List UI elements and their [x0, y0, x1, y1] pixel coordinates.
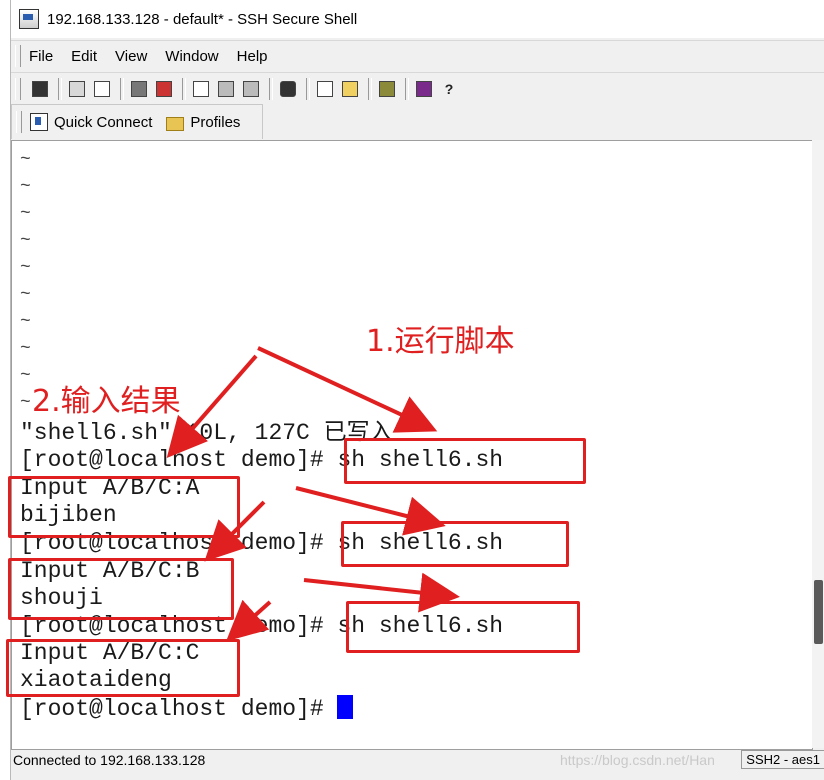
menu-window[interactable]: Window	[165, 46, 218, 67]
toolbar-separator	[368, 78, 372, 100]
title-bar: 192.168.133.128 - default* - SSH Secure …	[11, 0, 824, 38]
window-title: 192.168.133.128 - default* - SSH Secure …	[47, 10, 358, 28]
menu-edit[interactable]: Edit	[71, 46, 97, 67]
vim-tilde-line: ~	[20, 339, 31, 359]
terminal-prompt-text: [root@localhost demo]#	[20, 696, 338, 722]
help-book-icon[interactable]	[413, 78, 435, 100]
watermark-text: https://blog.csdn.net/Han	[560, 752, 715, 768]
profile-bar: Quick Connect Profiles	[11, 104, 263, 139]
annotation-box-output	[8, 476, 240, 538]
annotation-box-command	[341, 521, 569, 567]
toolbar-separator	[306, 78, 310, 100]
menu-bar: File Edit View Window Help	[11, 40, 824, 71]
terminal-scrollbar[interactable]	[812, 140, 824, 748]
paste-icon[interactable]	[215, 78, 237, 100]
vim-tilde-line: ~	[20, 258, 31, 278]
profiles-label: Profiles	[190, 113, 241, 131]
toolbar-separator	[405, 78, 409, 100]
vim-tilde-line: ~	[20, 177, 31, 197]
protocol-status: SSH2 - aes1	[741, 750, 824, 769]
toolbar: ?	[11, 72, 824, 105]
menu-file[interactable]: File	[29, 46, 53, 67]
annotation-box-command	[346, 601, 580, 653]
vim-write-message: "shell6.sh" 10L, 127C 已写入	[20, 420, 393, 446]
annotation-run-script: 1.运行脚本	[366, 324, 515, 359]
whats-this-icon[interactable]: ?	[438, 78, 460, 100]
disconnect-icon[interactable]	[128, 78, 150, 100]
quick-connect-button[interactable]: Quick Connect	[30, 113, 152, 131]
folder-icon	[166, 116, 185, 131]
profiles-button[interactable]: Profiles	[166, 114, 240, 131]
vim-tilde-line: ~	[20, 366, 31, 386]
toolbar-separator	[182, 78, 186, 100]
ssh-app-icon	[19, 9, 39, 29]
vim-tilde-line: ~	[20, 231, 31, 251]
settings-icon[interactable]	[376, 78, 398, 100]
vim-tilde-line: ~	[20, 312, 31, 332]
terminal-current-prompt: [root@localhost demo]#	[20, 695, 354, 722]
toolbar-separator	[269, 78, 273, 100]
quick-connect-icon	[30, 113, 48, 131]
toolbar-separator	[120, 78, 124, 100]
new-file-transfer-icon[interactable]	[339, 78, 361, 100]
terminal-cursor	[337, 695, 354, 719]
find-icon[interactable]	[277, 78, 299, 100]
copy-icon[interactable]	[190, 78, 212, 100]
menu-view[interactable]: View	[115, 46, 147, 67]
print-icon[interactable]	[66, 78, 88, 100]
quick-connect-label: Quick Connect	[54, 113, 153, 131]
save-icon[interactable]	[29, 78, 51, 100]
vim-tilde-line: ~	[20, 204, 31, 224]
toolbar-separator	[58, 78, 62, 100]
menubar-grip[interactable]	[15, 45, 21, 67]
profilebar-grip[interactable]	[16, 111, 22, 133]
annotation-box-output	[8, 558, 234, 620]
annotation-box-command	[344, 438, 586, 484]
connect-icon[interactable]	[153, 78, 175, 100]
vim-tilde-line: ~	[20, 285, 31, 305]
toolbar-grip[interactable]	[15, 78, 21, 100]
menu-help[interactable]: Help	[237, 46, 268, 67]
scrollbar-thumb[interactable]	[814, 580, 823, 644]
paste-alt-icon[interactable]	[240, 78, 262, 100]
annotation-box-output	[6, 639, 240, 697]
annotation-input-result: 2.输入结果	[32, 384, 181, 419]
connection-status: Connected to 192.168.133.128	[13, 752, 206, 768]
vim-tilde-line: ~	[20, 393, 31, 413]
print-preview-icon[interactable]	[91, 78, 113, 100]
new-terminal-icon[interactable]	[314, 78, 336, 100]
vim-tilde-line: ~	[20, 150, 31, 170]
